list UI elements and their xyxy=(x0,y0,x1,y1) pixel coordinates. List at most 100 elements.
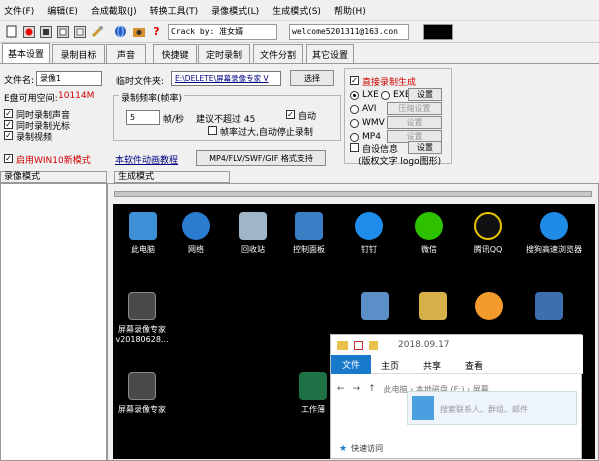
fps-hint-label: 建议不超过 45 xyxy=(196,115,256,125)
camera-icon[interactable] xyxy=(131,24,146,39)
quick-access-item[interactable]: ★ 快速访问 xyxy=(339,443,383,454)
menu-compose[interactable]: 合成截取(J) xyxy=(91,4,137,17)
installer-icon xyxy=(361,292,389,320)
desktop-icon-screen-recorder[interactable]: 屏幕录像专家 xyxy=(113,372,171,415)
auto-stop-label: 帧率过大,自动停止录制 xyxy=(220,128,313,138)
format-avi-radio[interactable] xyxy=(350,105,359,114)
lxe-settings-button[interactable]: 设置 xyxy=(408,88,442,101)
mode-header: 录像模式 生成模式 xyxy=(0,171,599,183)
menu-record-mode[interactable]: 录像模式(L) xyxy=(211,4,259,17)
tutorial-link[interactable]: 本软件动画教程 xyxy=(115,153,178,166)
format-lxe-radio[interactable] xyxy=(350,91,359,100)
qq-penguin-icon xyxy=(474,212,502,240)
properties-icon[interactable] xyxy=(354,340,363,350)
custom-info-desc: (版权文字 logo图形) xyxy=(358,157,442,167)
desktop-icon-network[interactable]: 网络 xyxy=(166,212,226,255)
fps-input[interactable]: 5 xyxy=(126,110,160,125)
filename-input[interactable]: 录像1 xyxy=(36,71,102,86)
generate-mode-header: 生成模式 xyxy=(114,171,230,183)
tab-sound[interactable]: 声音 xyxy=(106,44,146,63)
desktop-icon-this-pc[interactable]: 此电脑 xyxy=(113,212,173,255)
format-wmv-radio[interactable] xyxy=(350,119,359,128)
forward-arrow-icon[interactable]: → xyxy=(353,384,361,394)
desktop-icon-network-tool[interactable] xyxy=(519,292,579,324)
format-mp4-radio[interactable] xyxy=(350,133,359,142)
auto-fps-checkbox[interactable]: ✓ xyxy=(286,110,295,119)
desktop-icon-control-panel[interactable]: 控制面板 xyxy=(279,212,339,255)
direct-generate-checkbox[interactable]: ✓ xyxy=(350,76,359,85)
search-avatar-icon xyxy=(412,396,434,420)
audio-checkbox[interactable]: ✓ xyxy=(4,109,13,118)
desktop-icon-wechat[interactable]: 微信 xyxy=(399,212,459,255)
desktop-icon-qq[interactable]: 腾讯QQ xyxy=(458,212,518,255)
desktop-icon-sogou-browser[interactable]: 搜狗高速浏览器 xyxy=(518,212,590,255)
globe-icon[interactable] xyxy=(113,24,128,39)
control-panel-icon xyxy=(295,212,323,240)
explorer-ribbon: 文件 主页 共享 查看 xyxy=(331,355,583,374)
menu-convert[interactable]: 转换工具(T) xyxy=(150,4,199,17)
menu-edit[interactable]: 编辑(E) xyxy=(47,4,78,17)
explorer-title: 2018.09.17 xyxy=(398,340,450,350)
cursor-checkbox[interactable]: ✓ xyxy=(4,120,13,129)
stop-icon[interactable] xyxy=(38,24,53,39)
menu-help[interactable]: 帮助(H) xyxy=(334,4,366,17)
custom-info-checkbox[interactable] xyxy=(350,143,359,152)
ribbon-tab-home[interactable]: 主页 xyxy=(381,359,399,372)
ribbon-tab-file[interactable]: 文件 xyxy=(331,355,371,374)
computer-icon xyxy=(129,212,157,240)
formats-button[interactable]: MP4/FLV/SWF/GIF 格式支持 xyxy=(196,150,326,166)
folder-icon xyxy=(337,340,348,350)
welcome-label: welcome5201311@163.con xyxy=(289,24,409,40)
tab-record-target[interactable]: 录制目标 xyxy=(52,44,105,63)
custom-info-settings-button[interactable]: 设置 xyxy=(408,141,442,154)
menu-generate-mode[interactable]: 生成模式(S) xyxy=(272,4,321,17)
avi-compress-settings-button[interactable]: 压缩设置 xyxy=(387,102,442,115)
folder-icon xyxy=(419,292,447,320)
menu-file[interactable]: 文件(F) xyxy=(4,4,34,17)
desktop-icon-recycle-bin[interactable]: 回收站 xyxy=(223,212,283,255)
auto-stop-checkbox[interactable] xyxy=(208,126,217,135)
video-checkbox-label: 录制视频 xyxy=(16,133,53,143)
ribbon-tab-share[interactable]: 共享 xyxy=(423,359,441,372)
pause-icon[interactable] xyxy=(55,24,70,39)
tab-hotkeys[interactable]: 快捷键 xyxy=(153,44,197,63)
explorer-titlebar: 2018.09.17 xyxy=(331,335,583,355)
search-input[interactable]: 搜索联系人、群组、邮件 xyxy=(440,404,528,415)
desktop-icon-installer[interactable] xyxy=(345,292,405,324)
browse-button[interactable]: 选择 xyxy=(290,70,334,86)
temp-folder-input[interactable]: E:\DELETE\屏幕录像专家 V xyxy=(171,71,281,86)
win10-checkbox[interactable]: ✓ xyxy=(4,154,13,163)
desktop-icon-screen-recorder-archive[interactable]: 屏幕录像专家 v20180628... xyxy=(113,292,171,344)
network-tool-icon xyxy=(535,292,563,320)
save-icon[interactable] xyxy=(72,24,87,39)
record-icon[interactable] xyxy=(21,24,36,39)
wmv-settings-button[interactable]: 设置 xyxy=(387,116,442,129)
ribbon-tab-view[interactable]: 查看 xyxy=(465,359,483,372)
star-icon: ★ xyxy=(339,443,348,454)
screen-recorder-icon xyxy=(128,372,156,400)
search-popup[interactable]: 搜索联系人、群组、邮件 xyxy=(407,391,577,425)
format-lxe-label: LXE xyxy=(362,90,379,100)
tab-file-split[interactable]: 文件分割 xyxy=(253,44,303,63)
tool-icon[interactable] xyxy=(90,24,105,39)
new-folder-icon[interactable] xyxy=(369,340,378,350)
video-checkbox[interactable]: ✓ xyxy=(4,131,13,140)
help-icon[interactable]: ? xyxy=(149,24,164,39)
new-icon[interactable] xyxy=(4,24,19,39)
horizontal-scrollbar[interactable] xyxy=(114,191,592,197)
desktop-icon-dingtalk[interactable]: 钉钉 xyxy=(339,212,399,255)
desktop-icon-folder[interactable] xyxy=(403,292,463,324)
temp-folder-label: 临时文件夹: xyxy=(116,77,165,87)
desktop-icon-overwatch[interactable] xyxy=(459,292,519,324)
tab-scheduled-record[interactable]: 定时录制 xyxy=(198,44,250,63)
file-explorer-window[interactable]: 2018.09.17 文件 主页 共享 查看 ← → ↑ 此电脑 › 本地磁盘 … xyxy=(330,334,583,459)
win10-checkbox-label: 启用WIN10新模式 xyxy=(16,156,91,166)
tab-basic-settings[interactable]: 基本设置 xyxy=(2,43,50,63)
format-exe-radio[interactable] xyxy=(381,91,390,100)
up-arrow-icon[interactable]: ↑ xyxy=(368,384,376,394)
network-icon xyxy=(182,212,210,240)
auto-fps-label: 自动 xyxy=(298,112,317,122)
tab-other-settings[interactable]: 其它设置 xyxy=(306,44,354,63)
record-mode-pane[interactable] xyxy=(0,183,107,461)
back-arrow-icon[interactable]: ← xyxy=(337,384,345,394)
